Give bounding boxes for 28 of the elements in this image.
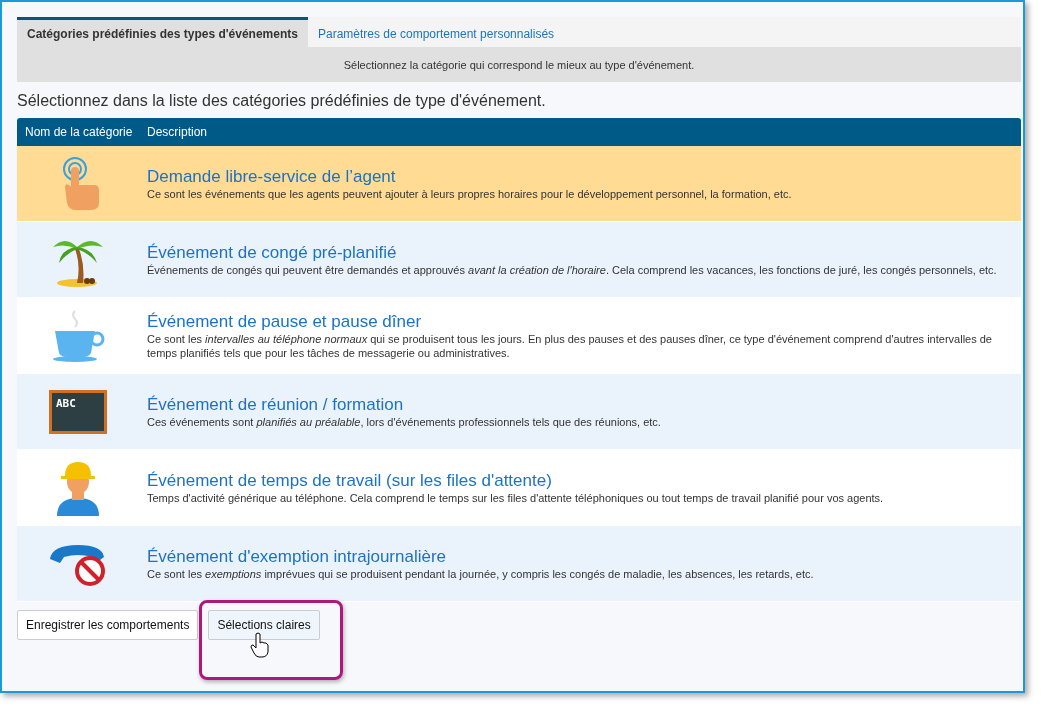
category-description: Ce sont les événements que les agents peuvent ajouter à leurs propres horaires pour le développement personnel, la formation, etc. <box>147 186 793 201</box>
category-title: Événement de réunion / formation <box>147 394 405 415</box>
category-row[interactable]: Demande libre-service de l’agent Ce sont les événements que les agents peuvent ajouter à leurs propres horaires pour le développement personnel, la formation, etc. <box>17 146 1021 222</box>
category-row[interactable]: Événement d'exemption intrajournalière Ce sont les exemptions imprévues qui se produisent pendant la journée, y compris les congés de maladie, les absences, les retards, etc. <box>17 526 1021 602</box>
category-row[interactable] <box>17 450 1021 526</box>
hand-cursor-icon <box>250 632 271 658</box>
action-button[interactable]: Enregistrer les comportements <box>17 610 199 640</box>
hint-text: Sélectionnez la catégorie qui correspond le mieux au type d'événement. <box>343 58 695 71</box>
category-row[interactable] <box>17 222 1021 298</box>
category-title: Événement de congé pré-planifié <box>147 242 398 263</box>
category-description: Ce sont les exemptions imprévues qui se produisent pendant la journée, y compris les congés de maladie, les absences, les retards, etc. <box>147 566 815 581</box>
category-description: Ces événements sont planifiés au préalable, lors d'événements professionnels tels que des réunions, etc. <box>147 414 662 429</box>
category-title: Événement de pause et pause dîner <box>147 311 423 332</box>
column-header: Nom de la catégorie <box>24 125 134 139</box>
chalkboard-icon: ABC <box>49 389 107 434</box>
category-title: Événement d'exemption intrajournalière <box>147 546 448 567</box>
tab[interactable]: Catégories prédéfinies des types d'événements <box>17 17 308 47</box>
category-row[interactable]: ABC Événement de réunion / formation Ces événements sont planifiés au préalable, lors d'événements professionnels tels que des réunions, etc. <box>17 374 1021 450</box>
category-description: Temps d'activité générique au téléphone. Cela comprend le temps sur les files d'attente téléphoniques ou tout temps de travail planifié pour vos agents. <box>147 490 885 505</box>
category-title: Demande libre-service de l’agent <box>147 166 397 187</box>
category-title: Événement de temps de travail (sur les files d'attente) <box>147 470 553 491</box>
category-description: Événements de congés qui peuvent être demandés et approuvés avant la création de l'horaire. Cela comprend les vacances, les fonctions de juré, les congés personnels, etc. <box>147 262 997 277</box>
heading: Sélectionnez dans la liste des catégories prédéfinies de type d'événement. <box>17 92 547 110</box>
worker-icon <box>55 459 101 516</box>
category-description: Ce sont les intervalles au téléphone normaux qui se produisent tous les jours. En plus des pauses et des pauses dîner, ce type d'événement comprend d'autres intervalles de temps planifiés tels que pour les tâches de messagerie ou administratives. <box>147 331 993 360</box>
action-button[interactable]: Sélections claires <box>208 610 320 640</box>
column-header: Description <box>146 125 208 139</box>
category-row[interactable] <box>17 298 1021 374</box>
